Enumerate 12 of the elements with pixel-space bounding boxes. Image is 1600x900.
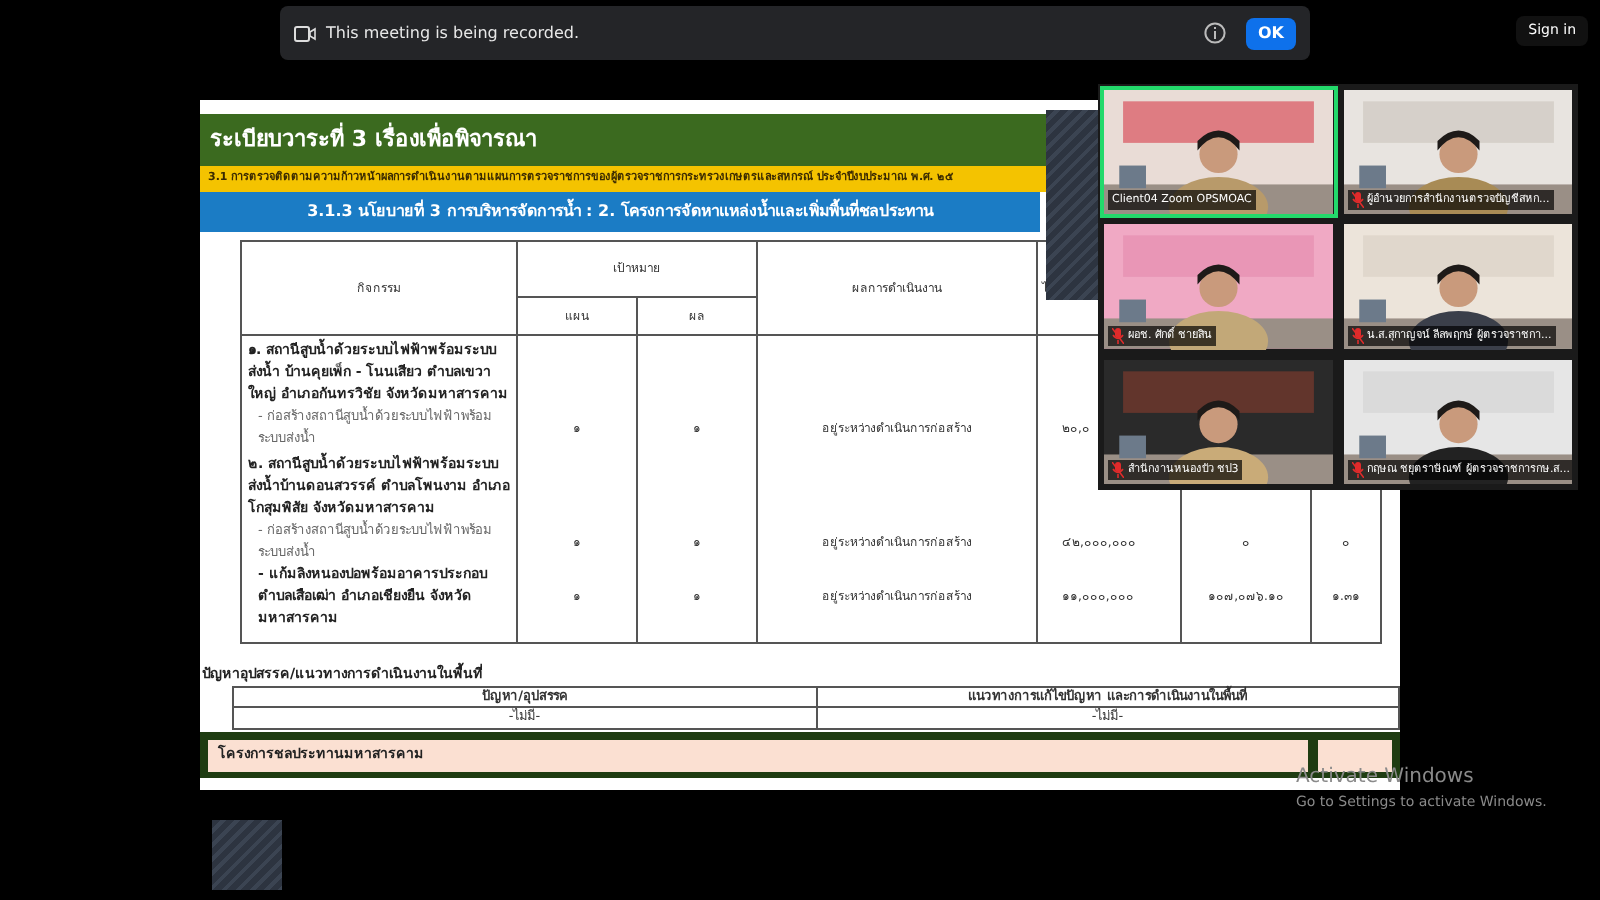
muted-mic-icon: [1351, 327, 1363, 344]
info-icon[interactable]: [1204, 22, 1226, 44]
ok-button[interactable]: OK: [1246, 17, 1296, 49]
recording-message: This meeting is being recorded.: [326, 21, 580, 45]
muted-mic-icon: [1112, 462, 1124, 478]
hatched-handle[interactable]: [1046, 110, 1100, 300]
muted-mic-icon: [1112, 327, 1124, 344]
video-camera-icon: [294, 25, 316, 41]
muted-mic-icon: [1351, 192, 1363, 209]
muted-mic-icon: [1351, 462, 1363, 478]
hatched-thumbnail[interactable]: [212, 820, 282, 890]
section-banner: 3.1.3 นโยบายที่ 3 การบริหารจัดการน้ำ : 2. โครงการจัดหาแหล่งน้ำและเพิ่มพื้นที่ชลประทาน: [200, 192, 1040, 232]
